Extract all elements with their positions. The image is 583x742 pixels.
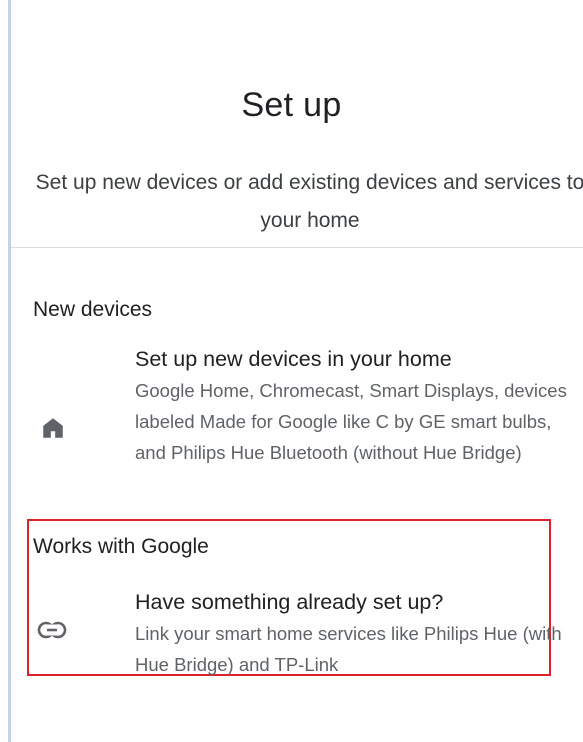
link-icon xyxy=(37,621,67,639)
section-header-new-devices: New devices xyxy=(33,298,153,321)
section-divider xyxy=(11,247,583,248)
section-header-works-with-google: Works with Google xyxy=(33,535,209,558)
works-with-google-item-description: Link your smart home services like Phili… xyxy=(135,623,562,675)
page-subtitle: Set up new devices or add existing devic… xyxy=(35,171,583,232)
new-devices-item-title: Set up new devices in your home xyxy=(135,347,452,371)
works-with-google-item-title: Have something already set up? xyxy=(135,590,444,614)
page-title: Set up xyxy=(241,86,342,124)
home-icon xyxy=(43,418,63,438)
new-devices-item-description: Google Home, Chromecast, Smart Displays,… xyxy=(135,380,567,463)
